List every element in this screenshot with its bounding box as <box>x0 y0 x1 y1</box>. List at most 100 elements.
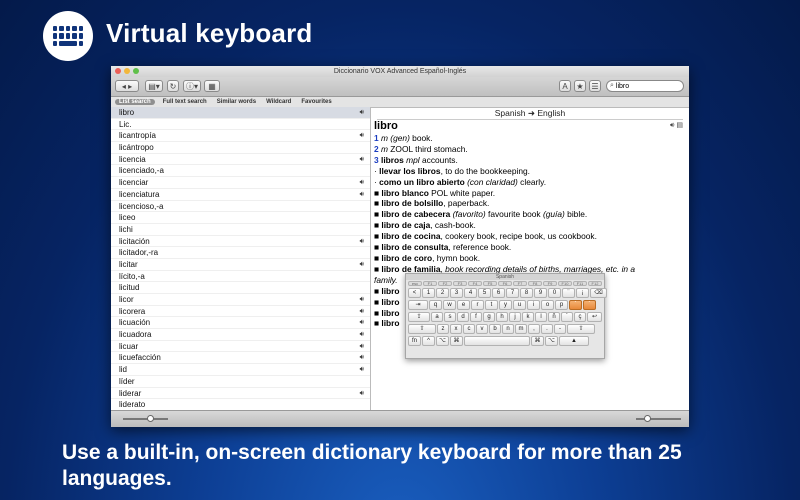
list-item[interactable]: licencia 🔊︎ <box>111 154 370 166</box>
speaker-icon[interactable]: 🔊︎ <box>360 306 364 318</box>
keyboard-key[interactable]: F4 <box>468 281 482 286</box>
keyboard-key[interactable]: m <box>515 324 527 334</box>
keyboard-key[interactable]: ⌫ <box>590 288 607 298</box>
speaker-icon[interactable]: 🔊︎ <box>360 154 364 166</box>
minimize-icon[interactable] <box>124 68 130 74</box>
list-item[interactable]: líder <box>111 376 370 388</box>
keyboard-key[interactable]: F6 <box>498 281 512 286</box>
keyboard-key[interactable]: u <box>513 300 526 310</box>
keyboard-key[interactable]: o <box>541 300 554 310</box>
keyboard-key[interactable]: h <box>496 312 508 322</box>
keyboard-key[interactable]: ´ <box>583 300 596 310</box>
keyboard-key[interactable]: ▲ <box>559 336 589 346</box>
keyboard-key[interactable]: 0 <box>548 288 561 298</box>
keyboard-key[interactable]: . <box>541 324 553 334</box>
speaker-icon[interactable]: 🔊︎ <box>670 122 674 129</box>
list-icon[interactable]: ☰ <box>589 80 601 92</box>
list-item[interactable]: licenciatura 🔊︎ <box>111 189 370 201</box>
speaker-icon[interactable]: 🔊︎ <box>360 259 364 271</box>
keyboard-key[interactable]: ⇥ <box>408 300 428 310</box>
keyboard-key[interactable]: k <box>522 312 534 322</box>
speaker-icon[interactable]: 🔊︎ <box>360 364 364 376</box>
keyboard-key[interactable]: F12 <box>588 281 602 286</box>
speaker-icon[interactable]: 🔊︎ <box>360 236 364 248</box>
keyboard-key[interactable]: ´ <box>561 312 573 322</box>
tab-full-text-search[interactable]: Full text search <box>161 99 209 105</box>
keyboard-key[interactable]: a <box>431 312 443 322</box>
keyboard-key[interactable]: ¡ <box>576 288 589 298</box>
keyboard-key[interactable]: F1 <box>423 281 437 286</box>
keyboard-key[interactable]: e <box>457 300 470 310</box>
keyboard-key[interactable]: F11 <box>573 281 587 286</box>
keyboard-key[interactable]: y <box>499 300 512 310</box>
keyboard-key[interactable]: 5 <box>478 288 491 298</box>
keyboard-key[interactable] <box>464 336 530 346</box>
keyboard-key[interactable]: f <box>470 312 482 322</box>
keyboard-key[interactable]: d <box>457 312 469 322</box>
keyboard-key[interactable]: ⌘ <box>531 336 544 346</box>
list-item[interactable]: licitar 🔊︎ <box>111 259 370 271</box>
keyboard-key[interactable]: ↩ <box>587 312 602 322</box>
keyboard-key[interactable]: ⌥ <box>436 336 449 346</box>
list-item[interactable]: licuadora 🔊︎ <box>111 329 370 341</box>
list-item[interactable]: lícito,-a <box>111 271 370 283</box>
list-item[interactable]: lichi <box>111 224 370 236</box>
entry-font-slider[interactable] <box>636 415 681 422</box>
keyboard-key[interactable]: p <box>555 300 568 310</box>
keyboard-key[interactable]: g <box>483 312 495 322</box>
zoom-icon[interactable] <box>133 68 139 74</box>
list-item[interactable]: licorera 🔊︎ <box>111 306 370 318</box>
keyboard-key[interactable]: ¨ <box>562 288 575 298</box>
keyboard-key[interactable]: ç <box>574 312 586 322</box>
list-item[interactable]: libro 🔊︎ <box>111 107 370 119</box>
list-item[interactable]: licuefacción 🔊︎ <box>111 352 370 365</box>
keyboard-key[interactable]: i <box>527 300 540 310</box>
keyboard-key[interactable]: 6 <box>492 288 505 298</box>
keyboard-key[interactable]: F2 <box>438 281 452 286</box>
keyboard-key[interactable]: ^ <box>422 336 435 346</box>
speaker-icon[interactable]: 🔊︎ <box>360 294 364 306</box>
font-size-icon[interactable]: A <box>559 80 571 92</box>
keyboard-key[interactable]: F7 <box>513 281 527 286</box>
keyboard-key[interactable]: - <box>554 324 566 334</box>
keyboard-key[interactable]: ⇧ <box>408 324 436 334</box>
back-forward-button[interactable]: ◂ ▸ <box>115 80 139 92</box>
search-input[interactable]: ⌕ libro <box>606 80 684 92</box>
keyboard-key[interactable]: fn <box>408 336 421 346</box>
speaker-icon[interactable]: 🔊︎ <box>360 107 364 119</box>
keyboard-key[interactable]: t <box>485 300 498 310</box>
keyboard-toggle-button[interactable]: ▦ <box>204 80 220 92</box>
keyboard-key[interactable]: n <box>502 324 514 334</box>
keyboard-key[interactable]: 8 <box>520 288 533 298</box>
list-item[interactable]: licuación 🔊︎ <box>111 317 370 330</box>
print-button[interactable]: ▤▾ <box>145 80 163 92</box>
keyboard-key[interactable]: v <box>476 324 488 334</box>
keyboard-key[interactable]: ⇪ <box>408 312 430 322</box>
keyboard-key[interactable]: s <box>444 312 456 322</box>
keyboard-key[interactable]: j <box>509 312 521 322</box>
keyboard-key[interactable]: ñ <box>548 312 560 322</box>
keyboard-key[interactable]: F10 <box>558 281 572 286</box>
list-item[interactable]: Lic. <box>111 119 370 131</box>
keyboard-key[interactable]: 2 <box>436 288 449 298</box>
keyboard-key[interactable]: r <box>471 300 484 310</box>
list-item[interactable]: licenciado,-a <box>111 165 370 178</box>
keyboard-key[interactable]: ` <box>569 300 582 310</box>
favourite-star-icon[interactable]: ★ <box>574 80 586 92</box>
keyboard-key[interactable]: z <box>437 324 449 334</box>
keyboard-key[interactable]: F9 <box>543 281 557 286</box>
keyboard-key[interactable]: c <box>463 324 475 334</box>
keyboard-key[interactable]: x <box>450 324 462 334</box>
virtual-keyboard[interactable]: Spanish esc F1 F2 F3 F4 F5 F6 F7 F8 F9 F10 F11 F12 <1… <box>405 273 607 359</box>
tab-similar-words[interactable]: Similar words <box>215 99 258 105</box>
list-item[interactable]: liceo <box>111 212 370 224</box>
keyboard-key[interactable]: ⌥ <box>545 336 558 346</box>
keyboard-key[interactable]: F3 <box>453 281 467 286</box>
keyboard-key[interactable]: 9 <box>534 288 547 298</box>
keyboard-key[interactable]: 1 <box>422 288 435 298</box>
tab-list-search[interactable]: List search <box>115 99 155 105</box>
keyboard-key[interactable]: q <box>429 300 442 310</box>
speaker-icon[interactable]: 🔊︎ <box>360 388 364 400</box>
info-button[interactable]: ⓘ▾ <box>183 80 201 92</box>
speaker-icon[interactable]: 🔊︎ <box>360 189 364 201</box>
